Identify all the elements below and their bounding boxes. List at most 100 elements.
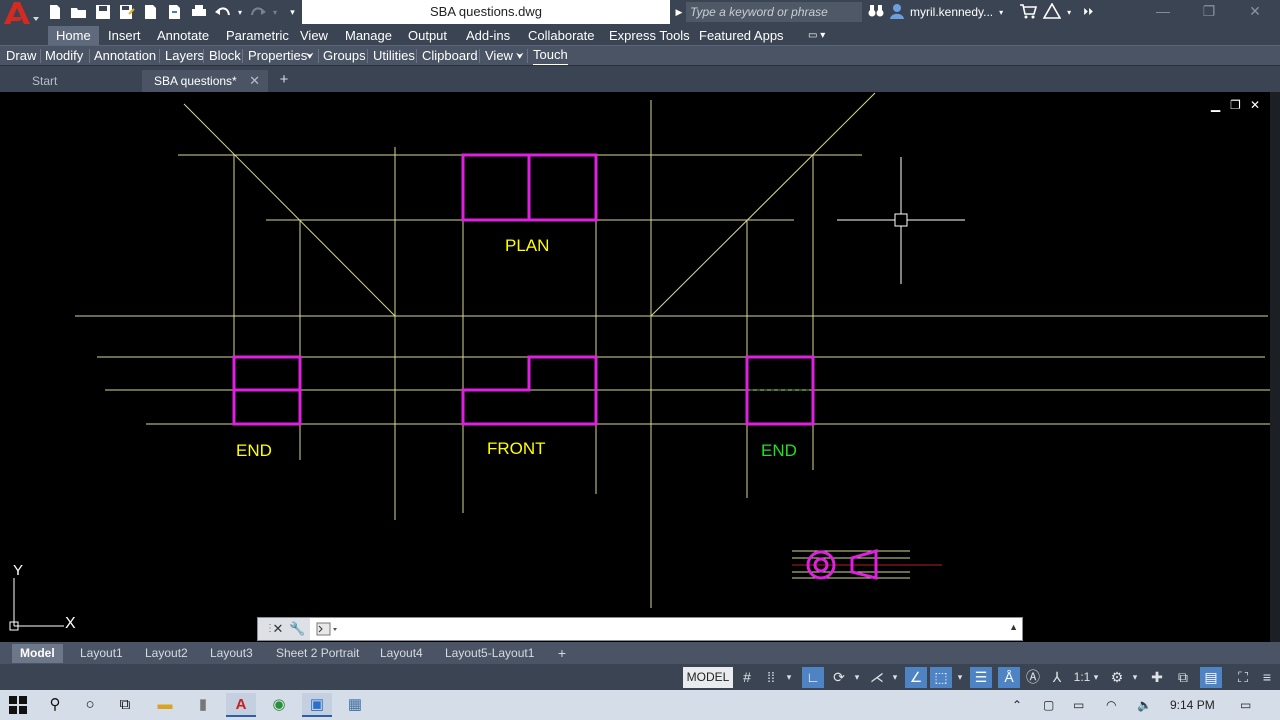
user-dropdown-icon[interactable]: ▾ — [999, 8, 1003, 17]
new-icon[interactable] — [44, 3, 65, 21]
end-right-label[interactable]: END — [761, 441, 797, 460]
vertical-scrollbar[interactable] — [1270, 92, 1280, 642]
search-icon[interactable]: ⚲ — [40, 693, 70, 717]
osnap-dropdown-icon[interactable]: ▾ — [953, 667, 967, 688]
redo-dropdown-icon[interactable]: ▾ — [271, 3, 279, 21]
chrome-icon[interactable]: ◉ — [264, 693, 294, 717]
close-tab-icon[interactable]: ✕ — [249, 70, 260, 92]
tab-sba-questions[interactable]: SBA questions* ✕ — [142, 70, 268, 92]
tab-featured-apps[interactable]: Featured Apps — [691, 26, 792, 45]
a360-dropdown-icon[interactable]: ▾ — [1067, 8, 1071, 17]
auto-scale-icon[interactable]: Ⓐ — [1022, 667, 1044, 688]
object-snap-tracking-icon[interactable]: ∠ — [905, 667, 927, 688]
minimize-window-button[interactable]: — — [1140, 0, 1186, 24]
viewport-minimize-icon[interactable]: ▁ — [1211, 98, 1220, 112]
units-icon[interactable]: ⧉ — [1172, 667, 1194, 688]
tab-layout2[interactable]: Layout2 — [137, 644, 196, 663]
open-web-icon[interactable] — [140, 3, 161, 21]
viewport-close-icon[interactable]: ✕ — [1250, 98, 1260, 112]
add-layout-button[interactable]: + — [554, 644, 570, 662]
panel-clipboard[interactable]: Clipboard — [422, 47, 478, 65]
panel-view[interactable]: View — [485, 47, 513, 65]
panel-view-expand-icon[interactable]: ⮟ — [516, 47, 524, 65]
plan-label[interactable]: PLAN — [505, 236, 549, 255]
wrench-icon[interactable]: 🔧 — [289, 620, 305, 638]
panel-annotation[interactable]: Annotation — [94, 47, 156, 65]
isodraft-icon[interactable]: ⋌ — [866, 667, 888, 688]
snap-dropdown-icon[interactable]: ▾ — [782, 667, 796, 688]
windows-start-icon[interactable] — [3, 693, 33, 717]
close-window-button[interactable]: ✕ — [1232, 0, 1278, 24]
grid-icon[interactable]: # — [736, 667, 758, 688]
wifi-icon[interactable]: ◠ — [1106, 690, 1116, 720]
cart-icon[interactable] — [1019, 3, 1038, 22]
tab-home[interactable]: Home — [48, 26, 99, 45]
tab-add-ins[interactable]: Add-ins — [458, 26, 518, 45]
tab-layout1[interactable]: Layout1 — [72, 644, 131, 663]
user-name[interactable]: myril.kennedy... — [910, 5, 993, 19]
volume-icon[interactable]: 🔈 — [1137, 690, 1152, 720]
command-line[interactable]: ⋮ ✕ 🔧 ▲ — [257, 617, 1023, 641]
battery-icon[interactable]: ▭ — [1073, 690, 1084, 720]
photos-icon[interactable]: ▣ — [302, 693, 332, 717]
ortho-mode-icon[interactable]: ∟ — [802, 667, 824, 688]
tab-layout3[interactable]: Layout3 — [202, 644, 261, 663]
autocad-taskbar-icon[interactable]: A — [226, 693, 256, 717]
panel-touch[interactable]: Touch — [533, 47, 568, 65]
workspace-gear-icon[interactable]: ⚙ — [1106, 667, 1128, 688]
calculator-icon[interactable]: ▦ — [340, 693, 370, 717]
tab-layout4[interactable]: Layout4 — [372, 644, 431, 663]
notifications-icon[interactable]: ▭ — [1240, 690, 1251, 720]
task-view-icon[interactable]: ⧉ — [110, 693, 140, 717]
expand-arrow-icon[interactable]: ▶ — [672, 0, 686, 24]
panel-layers[interactable]: Layers — [165, 47, 204, 65]
panel-block[interactable]: Block — [209, 47, 241, 65]
redo-icon[interactable] — [247, 3, 268, 21]
user-icon[interactable] — [890, 3, 904, 22]
file-explorer-icon[interactable]: ▬ — [150, 693, 180, 717]
cortana-icon[interactable]: ○ — [75, 693, 105, 717]
isodraft-dropdown-icon[interactable]: ▾ — [888, 667, 902, 688]
snap-mode-icon[interactable]: ⁞⁞ — [760, 667, 782, 688]
new-tab-button[interactable]: + — [274, 71, 294, 89]
annotation-scale-icon[interactable]: ⅄ — [1046, 667, 1068, 688]
plot-icon[interactable] — [188, 3, 209, 21]
scale-dropdown-icon[interactable]: ▾ — [1090, 667, 1102, 688]
media-app-icon[interactable]: ▮ — [188, 693, 218, 717]
tab-model[interactable]: Model — [12, 644, 63, 663]
customization-menu-icon[interactable]: ≡ — [1256, 667, 1278, 688]
polar-tracking-icon[interactable]: ⟳ — [828, 667, 850, 688]
tab-layout5-layout1[interactable]: Layout5-Layout1 — [437, 644, 542, 663]
panel-groups[interactable]: Groups — [323, 47, 366, 65]
tray-overflow-icon[interactable]: ⌃ — [1012, 690, 1022, 720]
object-snap-icon[interactable]: ⬚ — [930, 667, 952, 688]
command-close-icon[interactable]: ✕ — [270, 620, 286, 638]
restore-window-button[interactable]: ❐ — [1186, 0, 1232, 24]
panel-properties[interactable]: Properties — [248, 47, 307, 65]
open-icon[interactable] — [68, 3, 89, 21]
panel-properties-expand-icon[interactable]: ⮟ — [306, 47, 314, 65]
tab-output[interactable]: Output — [400, 26, 455, 45]
annotation-visibility-icon[interactable]: Å — [998, 667, 1020, 688]
tab-collaborate[interactable]: Collaborate — [520, 26, 603, 45]
polar-dropdown-icon[interactable]: ▾ — [850, 667, 864, 688]
model-space-button[interactable]: MODEL — [683, 667, 733, 688]
save-as-icon[interactable] — [116, 3, 137, 21]
binoculars-icon[interactable] — [868, 4, 884, 21]
tab-annotate[interactable]: Annotate — [149, 26, 217, 45]
tab-manage[interactable]: Manage — [337, 26, 400, 45]
tab-express-tools[interactable]: Express Tools — [601, 26, 698, 45]
quick-properties-icon[interactable]: ▤ — [1200, 667, 1222, 688]
undo-icon[interactable] — [212, 3, 233, 21]
panel-modify[interactable]: Modify — [45, 47, 83, 65]
tab-parametric[interactable]: Parametric — [218, 26, 297, 45]
panel-utilities[interactable]: Utilities — [373, 47, 415, 65]
tray-app-icon[interactable]: ▢ — [1043, 690, 1054, 720]
save-web-icon[interactable] — [164, 3, 185, 21]
viewport-restore-icon[interactable]: ❐ — [1230, 98, 1241, 112]
tab-start[interactable]: Start — [20, 70, 140, 92]
front-label[interactable]: FRONT — [487, 439, 546, 458]
ribbon-minimize-toggle-icon[interactable]: ▭ ▾ — [800, 26, 833, 45]
drawing-canvas[interactable]: PLAN END FRONT END Y X — [0, 92, 1270, 642]
help-icon[interactable]: ⏵⏵ — [1083, 7, 1093, 18]
